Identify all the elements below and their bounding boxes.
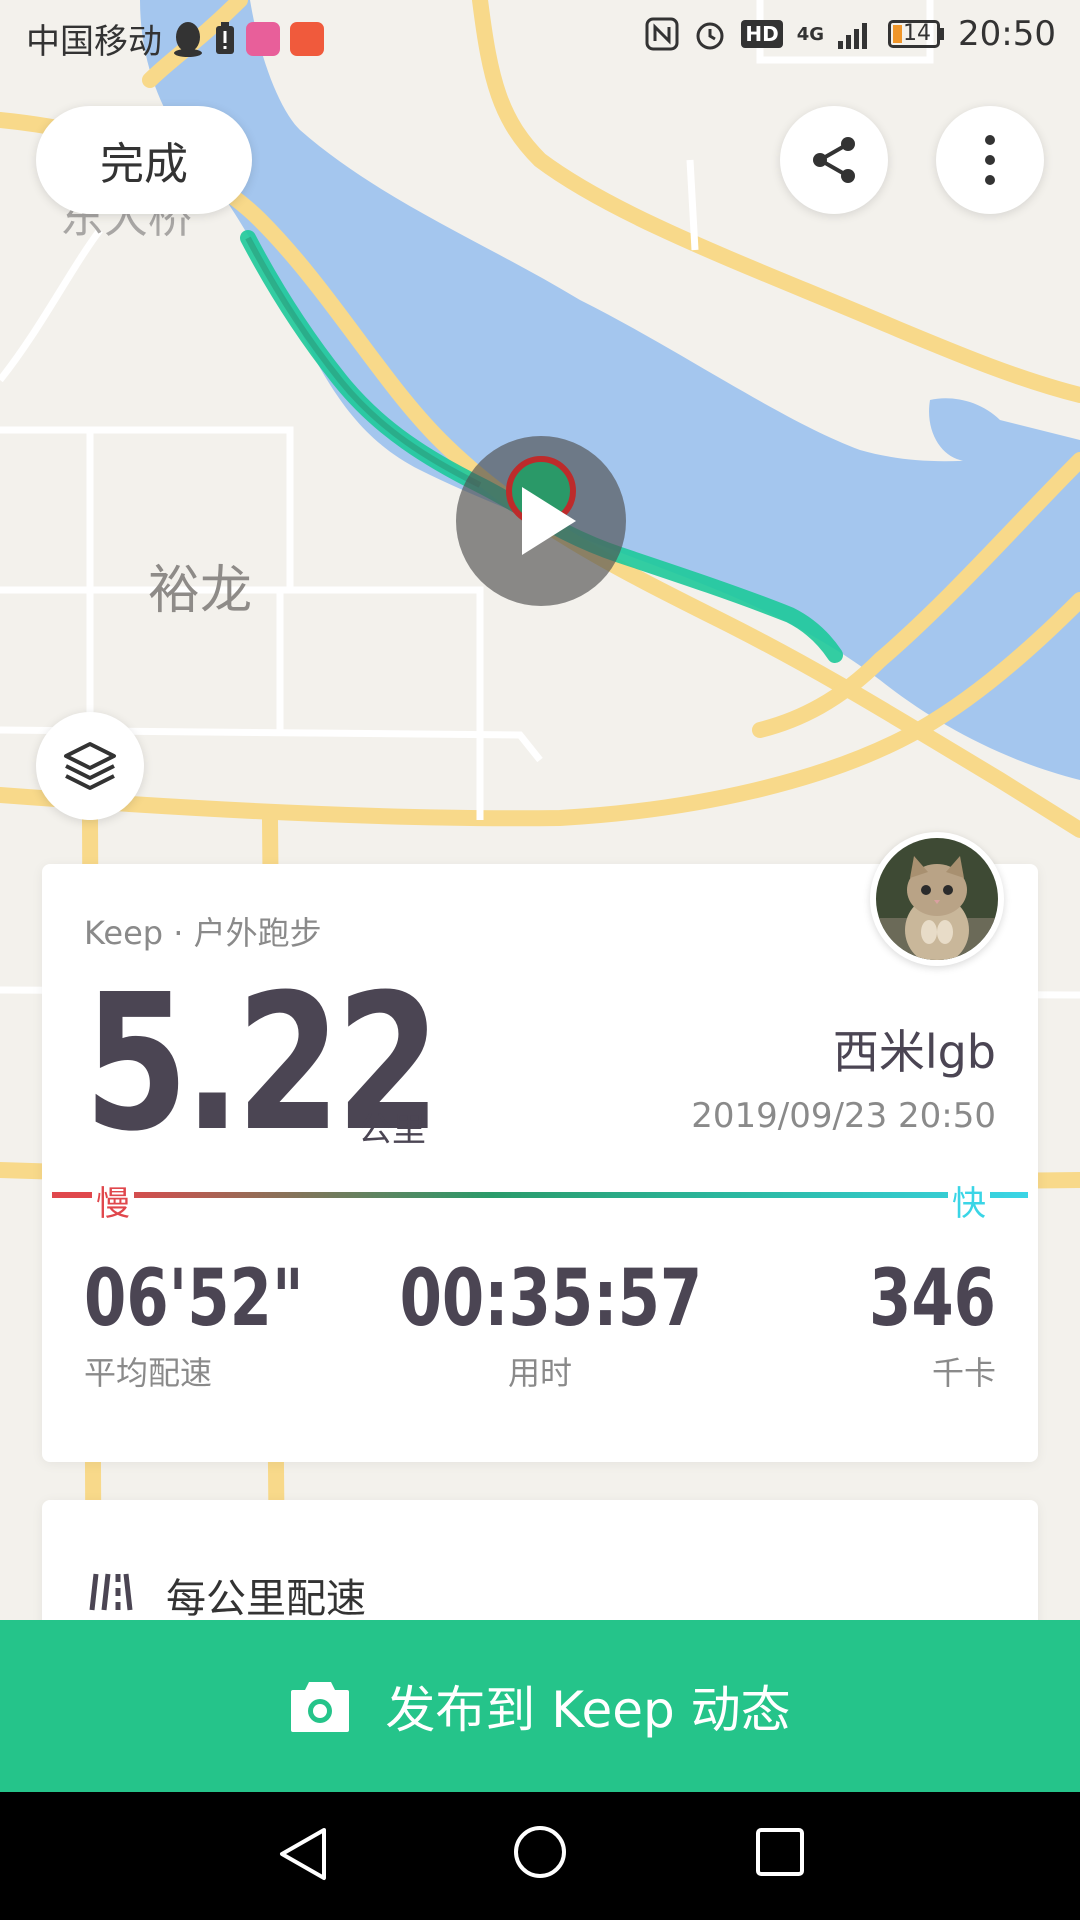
calories-label: 千卡 [931, 1354, 996, 1392]
layers-icon [64, 742, 116, 790]
duration-label: 用时 [507, 1354, 572, 1392]
user-name: 西米lgb [832, 1025, 996, 1079]
share-icon [813, 137, 855, 183]
avatar[interactable] [870, 832, 1004, 966]
share-button[interactable] [780, 106, 888, 214]
alarm-icon [696, 22, 724, 50]
hd-badge: HD [741, 20, 783, 48]
fast-label: 快 [948, 1176, 990, 1225]
network-type: 4G [796, 23, 825, 45]
play-icon [522, 487, 576, 555]
signal-icon [838, 23, 868, 49]
replay-play-button[interactable] [456, 436, 626, 606]
cat-avatar-image [876, 838, 998, 960]
stat-avg-pace: 06'52" 平均配速 [84, 1254, 404, 1394]
back-icon[interactable] [274, 1824, 330, 1884]
nfc-icon [645, 17, 679, 51]
slow-label: 慢 [92, 1176, 134, 1225]
publish-to-keep-button[interactable]: 发布到 Keep 动态 [0, 1620, 1080, 1792]
stat-duration: 00:35:57 用时 [360, 1254, 720, 1394]
duration-value: 00:35:57 [399, 1254, 703, 1344]
avg-pace-value: 06'52" [84, 1254, 304, 1344]
more-button[interactable] [936, 106, 1044, 214]
publish-label: 发布到 Keep 动态 [385, 1681, 791, 1739]
pace-split-icon [89, 1573, 133, 1611]
distance-unit: 公里 [358, 1110, 426, 1150]
map-layers-button[interactable] [36, 712, 144, 820]
alert-battery-icon [216, 21, 234, 54]
camera-icon [291, 1682, 350, 1732]
map-label-yulong: 裕龙 [148, 561, 252, 621]
app-icon-pingan [290, 21, 324, 56]
calories-value: 346 [868, 1254, 996, 1344]
avg-pace-label: 平均配速 [84, 1354, 213, 1392]
activity-source: Keep · 户外跑步 [84, 914, 322, 952]
done-label: 完成 [100, 139, 188, 190]
more-vertical-icon [985, 135, 995, 185]
status-bar: 中国移动 HD 4G 14 20:50 [0, 0, 1080, 72]
qq-icon [174, 21, 202, 57]
system-nav-bar [0, 1792, 1080, 1920]
carrier-text: 中国移动 [26, 22, 162, 62]
recents-icon[interactable] [754, 1826, 806, 1878]
pace-card-title: 每公里配速 [166, 1576, 366, 1622]
app-icon-ru [246, 21, 280, 56]
run-datetime: 2019/09/23 20:50 [691, 1096, 996, 1136]
pace-gradient-bar [52, 1192, 1028, 1198]
done-button[interactable]: 完成 [36, 106, 252, 214]
clock-time: 20:50 [958, 14, 1056, 54]
stat-calories: 346 千卡 [756, 1254, 996, 1394]
home-icon[interactable] [512, 1824, 568, 1880]
battery-indicator: 14 [888, 20, 945, 48]
